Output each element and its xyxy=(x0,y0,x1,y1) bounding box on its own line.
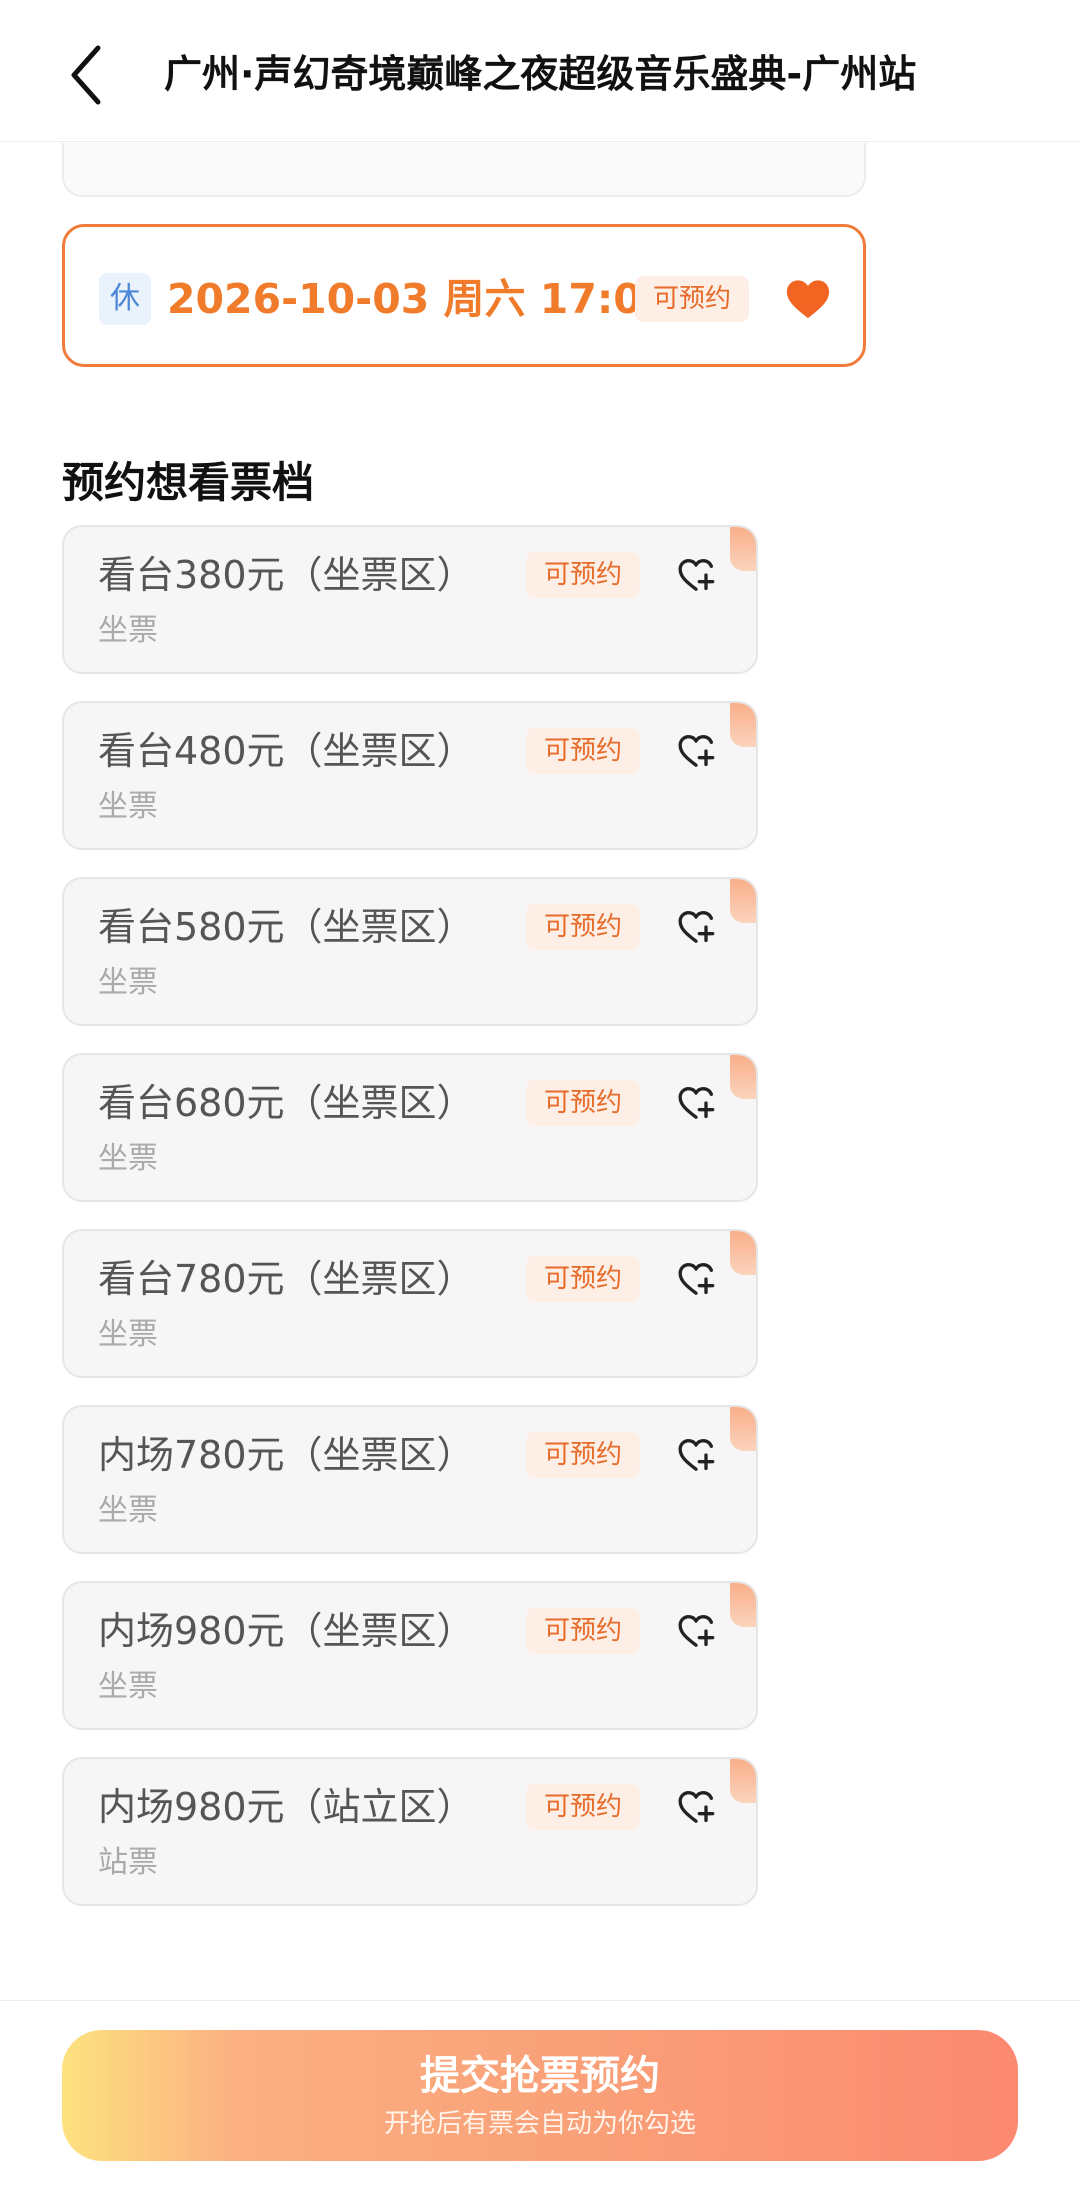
tier-seat-type: 坐票 xyxy=(98,1141,158,1176)
tier-name: 看台780元（坐票区） xyxy=(98,1257,475,1301)
scroll-content[interactable]: 休 2026-10-03 周六 17:00 可预约 预约想看票档 看台380元（… xyxy=(0,143,1080,2000)
tier-name: 看台380元（坐票区） xyxy=(98,553,475,597)
section-title: 预约想看票档 xyxy=(62,458,315,507)
chevron-left-icon xyxy=(71,45,101,105)
tier-name: 看台580元（坐票区） xyxy=(98,905,475,949)
tier-seat-type: 坐票 xyxy=(98,789,158,824)
session-card-selected[interactable]: 休 2026-10-03 周六 17:00 可预约 xyxy=(62,224,866,367)
tier-name: 内场980元（坐票区） xyxy=(98,1609,475,1653)
heart-plus-icon[interactable] xyxy=(676,1083,716,1123)
status-badge: 可预约 xyxy=(526,1256,641,1302)
tier-seat-type: 坐票 xyxy=(98,1669,158,1704)
corner-tag xyxy=(730,1759,756,1803)
tier-seat-type: 坐票 xyxy=(98,965,158,1000)
heart-plus-icon[interactable] xyxy=(676,1611,716,1651)
ticket-tier-card[interactable]: 看台480元（坐票区） 坐票 可预约 xyxy=(62,701,758,850)
corner-tag xyxy=(730,1055,756,1099)
session-card-previous[interactable] xyxy=(62,143,866,197)
page-title: 广州·声幻奇境巅峰之夜超级音乐盛典-广州站 xyxy=(164,52,917,96)
tier-name: 内场780元（坐票区） xyxy=(98,1433,475,1477)
heart-plus-icon[interactable] xyxy=(676,555,716,595)
submit-button-hint: 开抢后有票会自动为你勾选 xyxy=(383,2109,696,2139)
bottom-action-bar: 提交抢票预约 开抢后有票会自动为你勾选 xyxy=(0,2000,1080,2203)
status-badge: 可预约 xyxy=(526,1080,641,1126)
heart-filled-icon[interactable] xyxy=(785,277,831,321)
ticket-tier-card[interactable]: 内场980元（坐票区） 坐票 可预约 xyxy=(62,1581,758,1730)
rest-day-badge: 休 xyxy=(99,273,151,325)
tier-name: 看台680元（坐票区） xyxy=(98,1081,475,1125)
submit-button-label: 提交抢票预约 xyxy=(420,2053,660,2099)
session-datetime: 2026-10-03 周六 17:00 xyxy=(167,275,671,323)
ticket-tier-card[interactable]: 看台580元（坐票区） 坐票 可预约 xyxy=(62,877,758,1026)
heart-plus-icon[interactable] xyxy=(676,907,716,947)
status-badge: 可预约 xyxy=(526,552,641,598)
corner-tag xyxy=(730,1583,756,1627)
tier-seat-type: 坐票 xyxy=(98,613,158,648)
status-badge: 可预约 xyxy=(526,1608,641,1654)
ticket-tier-card[interactable]: 内场780元（坐票区） 坐票 可预约 xyxy=(62,1405,758,1554)
ticket-tier-card[interactable]: 内场980元（站立区） 站票 可预约 xyxy=(62,1757,758,1906)
tier-seat-type: 站票 xyxy=(98,1845,158,1880)
top-nav-bar: 广州·声幻奇境巅峰之夜超级音乐盛典-广州站 xyxy=(0,0,1080,142)
corner-tag xyxy=(730,879,756,923)
corner-tag xyxy=(730,527,756,571)
heart-plus-icon[interactable] xyxy=(676,1435,716,1475)
ticket-tier-card[interactable]: 看台380元（坐票区） 坐票 可预约 xyxy=(62,525,758,674)
status-badge: 可预约 xyxy=(635,276,750,322)
status-badge: 可预约 xyxy=(526,728,641,774)
status-badge: 可预约 xyxy=(526,904,641,950)
tier-name: 内场980元（站立区） xyxy=(98,1785,475,1829)
ticket-tier-card[interactable]: 看台780元（坐票区） 坐票 可预约 xyxy=(62,1229,758,1378)
status-badge: 可预约 xyxy=(526,1784,641,1830)
corner-tag xyxy=(730,1407,756,1451)
ticket-tier-card[interactable]: 看台680元（坐票区） 坐票 可预约 xyxy=(62,1053,758,1202)
heart-plus-icon[interactable] xyxy=(676,1259,716,1299)
corner-tag xyxy=(730,1231,756,1275)
heart-plus-icon[interactable] xyxy=(676,1787,716,1827)
heart-plus-icon[interactable] xyxy=(676,731,716,771)
submit-reservation-button[interactable]: 提交抢票预约 开抢后有票会自动为你勾选 xyxy=(62,2030,1018,2161)
back-button[interactable] xyxy=(56,40,116,110)
tier-seat-type: 坐票 xyxy=(98,1317,158,1352)
corner-tag xyxy=(730,703,756,747)
tier-name: 看台480元（坐票区） xyxy=(98,729,475,773)
status-badge: 可预约 xyxy=(526,1432,641,1478)
tier-seat-type: 坐票 xyxy=(98,1493,158,1528)
